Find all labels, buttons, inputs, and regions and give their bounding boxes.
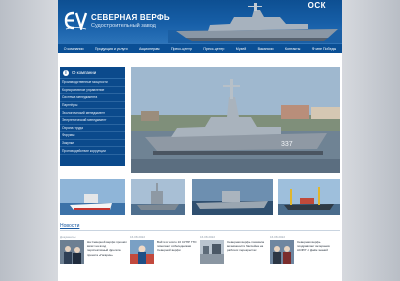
osk-logo[interactable]: ОСК: [308, 1, 326, 10]
ship-logo-icon[interactable]: [64, 11, 88, 30]
news-date: Документы: [60, 235, 76, 239]
thumbnail-1[interactable]: [60, 179, 125, 215]
news-text[interactable]: Северная верфь показала возможности басс…: [227, 240, 267, 253]
thumbnail-3[interactable]: [192, 179, 273, 215]
nav-item-vacancies[interactable]: Вакансии: [257, 47, 275, 51]
nav-item-products[interactable]: Продукция и услуги: [94, 47, 129, 51]
main-nav: О компании Продукция и услуги Акционерам…: [58, 43, 342, 53]
news-date: 16.08.2022: [200, 235, 216, 239]
nav-item-victory[interactable]: Ф мне Победы: [311, 47, 337, 51]
info-icon: i: [63, 69, 69, 76]
news-thumbnail[interactable]: [60, 240, 84, 264]
nav-item-press[interactable]: Пресс-центр: [170, 47, 193, 51]
left-background: [0, 0, 58, 281]
nav-item-museum[interactable]: Музей: [235, 47, 247, 51]
news-date: 16.08.2022: [270, 235, 286, 239]
news-thumbnail[interactable]: [270, 240, 294, 264]
news-text[interactable]: Войти в число 10 СУПР ГТО помогают собес…: [157, 240, 197, 253]
header: СЕВЕРНАЯ ВЕРФЬ Судостроительный завод ОС…: [58, 0, 342, 43]
brand-title[interactable]: СЕВЕРНАЯ ВЕРФЬ: [91, 13, 170, 22]
sidebar-item-management-system[interactable]: Система менеджмента: [60, 94, 125, 102]
sidebar-title: О компании: [72, 70, 97, 75]
sidebar-item-partners[interactable]: Партнёры: [60, 102, 125, 110]
sidebar-item-purchases[interactable]: Закупки: [60, 140, 125, 148]
news-item[interactable]: 16.08.2022 Северная верфь поздравляет ве…: [270, 235, 338, 275]
nav-item-contacts[interactable]: Контакты: [284, 47, 302, 51]
nav-item-about[interactable]: О компании: [63, 47, 85, 51]
news-thumbnail[interactable]: [200, 240, 224, 264]
sidebar-item-ecology[interactable]: Экологический менеджмент: [60, 109, 125, 117]
right-background: [342, 0, 400, 281]
hull-number: 337: [281, 141, 293, 148]
news-item[interactable]: Документы На Северной верфи прошёл визит…: [60, 235, 128, 275]
thumbnail-4[interactable]: [278, 179, 340, 215]
news-thumbnail[interactable]: [130, 240, 154, 264]
thumbnail-2[interactable]: [131, 179, 185, 215]
sidebar: i О компании Производственные мощности К…: [60, 67, 125, 166]
nav-item-press-center[interactable]: Пресс-центр: [202, 47, 225, 51]
news-text[interactable]: На Северной верфи прошёл визит на вход п…: [87, 240, 127, 257]
news-heading[interactable]: Новости: [60, 223, 79, 229]
brand-subtitle: Судостроительный завод: [91, 23, 156, 29]
news-item[interactable]: 16.08.2022 Северная верфь показала возмо…: [200, 235, 268, 275]
sidebar-item-anticorruption[interactable]: Противодействие коррупции: [60, 147, 125, 155]
news-text[interactable]: Северная верфь поздравляет ветеранов АСФ…: [297, 240, 337, 253]
main-content: i О компании Производственные мощности К…: [58, 53, 342, 281]
sidebar-item-safety[interactable]: Охрана труда: [60, 125, 125, 133]
sidebar-item-forums[interactable]: Форумы: [60, 132, 125, 140]
photo-strip: [60, 179, 340, 215]
page: СЕВЕРНАЯ ВЕРФЬ Судостроительный завод ОС…: [58, 0, 342, 281]
sidebar-item-production[interactable]: Производственные мощности: [60, 79, 125, 87]
sidebar-header[interactable]: i О компании: [60, 67, 125, 79]
sidebar-item-governance[interactable]: Корпоративное управление: [60, 87, 125, 95]
nav-item-shareholders[interactable]: Акционерам: [138, 47, 161, 51]
news-item[interactable]: 16.08.2022 Войти в число 10 СУПР ГТО пом…: [130, 235, 198, 275]
news-divider: [60, 230, 340, 231]
news-date: 16.08.2022: [130, 235, 146, 239]
sidebar-item-energy[interactable]: Энергетический менеджмент: [60, 117, 125, 125]
hero-ship-photo[interactable]: 337: [131, 67, 340, 173]
